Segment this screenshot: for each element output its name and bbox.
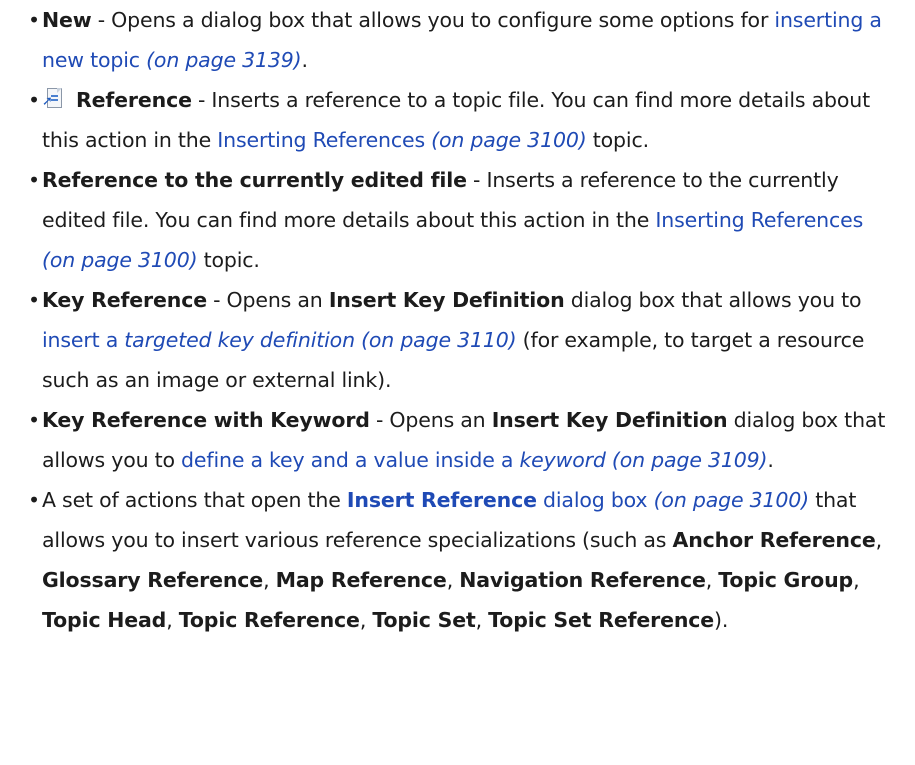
- page-ref-3100[interactable]: (on page 3100): [647, 488, 810, 512]
- separator: ,: [705, 568, 719, 592]
- link-insert-targeted-key[interactable]: insert a: [42, 328, 124, 352]
- item-description: - Opens an: [206, 288, 329, 312]
- term-key-reference-keyword: Key Reference with Keyword: [42, 408, 370, 432]
- link-dialog-box[interactable]: dialog box: [537, 488, 648, 512]
- term-reference: Reference: [76, 88, 192, 112]
- item-description-end: topic.: [197, 248, 260, 272]
- page-ref-3100[interactable]: (on page 3100): [425, 128, 587, 152]
- separator: ,: [359, 608, 373, 632]
- list-item-key-reference-keyword: Key Reference with Keyword - Opens an In…: [28, 400, 895, 480]
- separator: ,: [875, 528, 883, 552]
- document-page: New - Opens a dialog box that allows you…: [0, 0, 915, 765]
- list-item-reference-current-file: Reference to the currently edited file -…: [28, 160, 895, 280]
- link-inserting-references[interactable]: Inserting References: [217, 128, 425, 152]
- item-description: - Opens an: [369, 408, 492, 432]
- term-new: New: [42, 8, 92, 32]
- action-list: New - Opens a dialog box that allows you…: [28, 0, 895, 640]
- item-description-end: .: [767, 448, 774, 472]
- link-insert-reference-dialog[interactable]: Insert Reference: [347, 488, 537, 512]
- item-description: - Opens a dialog box that allows you to …: [91, 8, 775, 32]
- page-ref-3139[interactable]: (on page 3139): [140, 48, 302, 72]
- item-description-end: .: [301, 48, 309, 72]
- spec-navigation-reference: Navigation Reference: [459, 568, 706, 592]
- item-description: A set of actions that open the: [42, 488, 347, 512]
- separator: ,: [263, 568, 276, 592]
- link-targeted-key-definition[interactable]: targeted key definition (on page 3110): [124, 328, 516, 352]
- spec-glossary-reference: Glossary Reference: [42, 568, 264, 592]
- separator: ,: [446, 568, 460, 592]
- spec-anchor-reference: Anchor Reference: [672, 528, 876, 552]
- spec-topic-reference: Topic Reference: [178, 608, 360, 632]
- reference-icon: ➚: [42, 88, 64, 110]
- separator: ,: [475, 608, 489, 632]
- dialog-name: Insert Key Definition: [328, 288, 565, 312]
- list-item-key-reference: Key Reference - Opens an Insert Key Defi…: [28, 280, 895, 400]
- item-description-end: ).: [714, 608, 729, 632]
- separator: ,: [853, 568, 860, 592]
- term-key-reference: Key Reference: [42, 288, 207, 312]
- link-inserting-references[interactable]: Inserting References: [655, 208, 863, 232]
- spec-topic-head: Topic Head: [42, 608, 167, 632]
- item-description-end: topic.: [586, 128, 649, 152]
- item-description: dialog box that allows you to: [564, 288, 862, 312]
- list-item-reference: ➚ Reference - Inserts a reference to a t…: [28, 80, 895, 160]
- link-keyword[interactable]: keyword (on page 3109): [519, 448, 767, 472]
- spec-map-reference: Map Reference: [275, 568, 447, 592]
- link-define-key-value[interactable]: define a key and a value inside a: [181, 448, 519, 472]
- list-item-new: New - Opens a dialog box that allows you…: [28, 0, 895, 80]
- separator: ,: [166, 608, 179, 632]
- page-ref-3100[interactable]: (on page 3100): [42, 248, 198, 272]
- term-reference-current-file: Reference to the currently edited file: [42, 168, 467, 192]
- spec-topic-set-reference: Topic Set Reference: [488, 608, 715, 632]
- list-item-insert-reference-actions: A set of actions that open the Insert Re…: [28, 480, 895, 640]
- spec-topic-group: Topic Group: [718, 568, 854, 592]
- spec-topic-set: Topic Set: [372, 608, 476, 632]
- dialog-name: Insert Key Definition: [491, 408, 728, 432]
